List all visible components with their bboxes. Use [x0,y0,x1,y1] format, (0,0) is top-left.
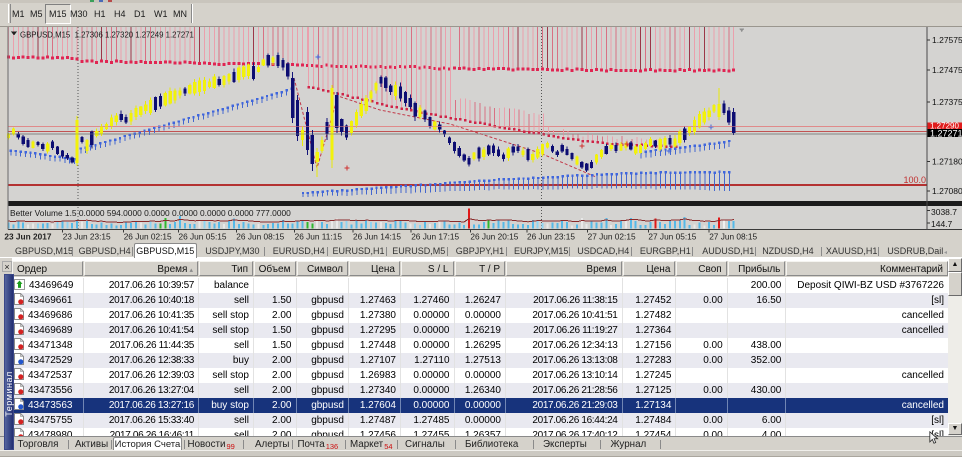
svg-text:26 Jun 05:15: 26 Jun 05:15 [179,232,227,242]
svg-text:26 Jun 20:15: 26 Jun 20:15 [470,232,518,242]
svg-text:27 Jun 08:15: 27 Jun 08:15 [709,232,757,242]
svg-text:23 Jun 2017: 23 Jun 2017 [4,232,51,242]
svg-text:GBPUSD,M15 1.27306 1.27320 1.: GBPUSD,M15 1.27306 1.27320 1.27249 1.272… [20,31,194,40]
svg-text:1.27475: 1.27475 [932,65,962,75]
svg-text:144.7: 144.7 [931,219,953,229]
svg-text:1.27375: 1.27375 [932,97,962,107]
svg-text:26 Jun 02:15: 26 Jun 02:15 [124,232,172,242]
svg-text:26 Jun 11:15: 26 Jun 11:15 [295,232,343,242]
svg-text:1.27180: 1.27180 [932,157,962,167]
svg-text:3038.7: 3038.7 [931,207,957,217]
svg-text:26 Jun 23:15: 26 Jun 23:15 [527,232,575,242]
svg-text:26 Jun 08:15: 26 Jun 08:15 [236,232,284,242]
svg-text:26 Jun 17:15: 26 Jun 17:15 [411,232,459,242]
svg-text:27 Jun 05:15: 27 Jun 05:15 [648,232,696,242]
svg-text:Better Volume 1.5 0.0000 594.0: Better Volume 1.5 0.0000 594.0000 0.0000… [10,208,291,218]
svg-text:1.27080: 1.27080 [932,186,962,196]
svg-text:23 Jun 23:15: 23 Jun 23:15 [63,232,111,242]
svg-text:27 Jun 02:15: 27 Jun 02:15 [588,232,636,242]
svg-text:1.27575: 1.27575 [932,35,962,45]
svg-text:100.0: 100.0 [903,175,926,185]
svg-text:1.27271: 1.27271 [930,128,962,138]
svg-text:26 Jun 14:15: 26 Jun 14:15 [353,232,401,242]
